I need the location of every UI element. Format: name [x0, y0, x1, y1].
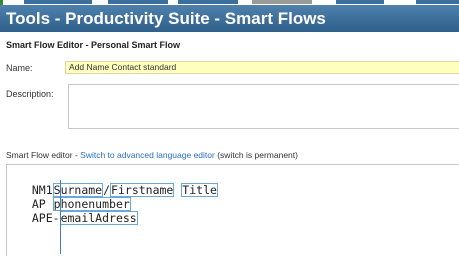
top-tab[interactable] [416, 0, 459, 4]
flow-line-3: APE-emailAdress [18, 199, 138, 225]
description-field[interactable] [68, 84, 459, 129]
switch-advanced-editor-link[interactable]: Switch to advanced language editor [80, 150, 215, 160]
flow-editor-label: Smart Flow editor - Switch to advanced l… [6, 150, 298, 160]
page-title: Tools - Productivity Suite - Smart Flows [0, 5, 459, 32]
top-tab[interactable] [108, 0, 168, 4]
flow-editor-label-suffix: (switch is permanent) [214, 150, 298, 160]
top-tab[interactable] [336, 0, 384, 4]
text-cursor-guide [60, 180, 61, 254]
flow-line-prefix: APE- [31, 211, 60, 225]
top-tab[interactable] [24, 0, 92, 4]
field-token-emailadress[interactable]: emailAdress [59, 211, 138, 225]
field-token-title[interactable]: Title [181, 183, 218, 197]
top-tab[interactable] [178, 0, 238, 4]
name-label: Name: [6, 63, 33, 73]
flow-editor-label-prefix: Smart Flow editor - [6, 150, 81, 160]
description-label: Description: [6, 89, 54, 99]
top-tab[interactable] [252, 0, 312, 4]
section-title: Smart Flow Editor - Personal Smart Flow [6, 40, 181, 50]
name-field[interactable]: Add Name Contact standard [65, 61, 459, 74]
